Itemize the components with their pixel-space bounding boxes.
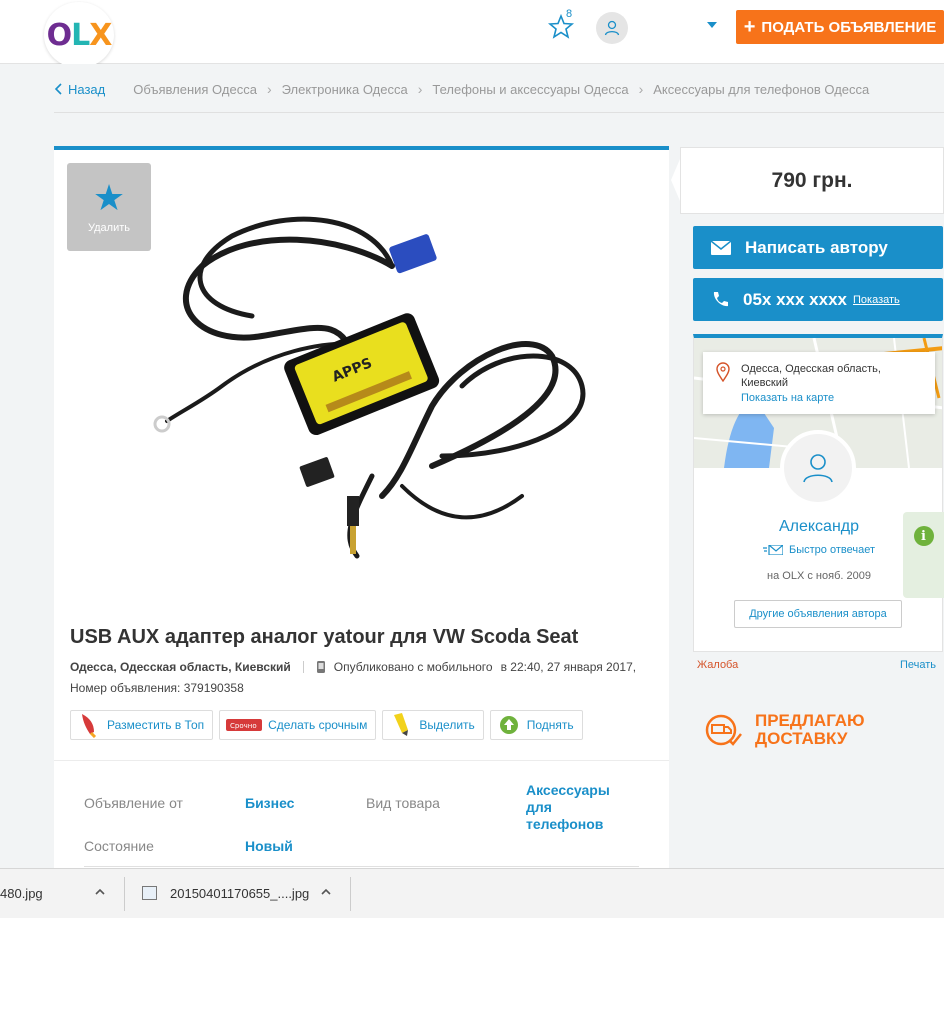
params-divider bbox=[84, 866, 639, 867]
fast-envelope-icon bbox=[763, 545, 783, 555]
param-label: Вид товара bbox=[366, 795, 440, 811]
highlight-button[interactable]: Выделить bbox=[382, 710, 484, 740]
other-ads-button[interactable]: Другие объявления автора bbox=[734, 600, 902, 628]
map-pin-icon bbox=[716, 362, 730, 382]
location-line: Одесса, Одесская область, bbox=[741, 363, 881, 375]
listing-location: Одесса, Одесская область, Киевский bbox=[70, 660, 291, 674]
listing-card: ★ Удалить APPS USB AUX адаптер аналог ya… bbox=[54, 146, 669, 868]
plus-icon: + bbox=[743, 16, 756, 38]
chevron-right-icon: › bbox=[266, 81, 272, 97]
param-value-link[interactable]: Новый bbox=[245, 838, 293, 855]
raise-label: Поднять bbox=[526, 718, 574, 732]
param-value-line: Аксессуары для bbox=[526, 782, 610, 815]
param-value-link[interactable]: Бизнес bbox=[245, 795, 294, 812]
favorites-star-icon[interactable] bbox=[548, 12, 578, 42]
make-urgent-label: Сделать срочным bbox=[268, 718, 368, 732]
mobile-phone-icon bbox=[316, 661, 325, 673]
rocket-icon bbox=[77, 713, 101, 738]
ad-number: Номер объявления: 379190358 bbox=[70, 681, 244, 695]
chevron-up-icon[interactable] bbox=[94, 886, 106, 898]
phone-number: 05x xxx xxxx bbox=[743, 289, 847, 309]
breadcrumb: Назад Объявления Одесса › Электроника Од… bbox=[54, 78, 869, 100]
author-avatar-icon[interactable] bbox=[780, 430, 856, 506]
back-label: Назад bbox=[68, 81, 106, 97]
message-author-button[interactable]: Написать автору bbox=[693, 226, 943, 269]
params-row: Объявление от Бизнес Вид товара Аксессуа… bbox=[84, 780, 639, 832]
breadcrumb-item[interactable]: Аксессуары для телефонов Одесса bbox=[653, 82, 869, 97]
meta-separator bbox=[302, 661, 304, 673]
top-header: OLX 8 + ПОДАТЬ ОБЪЯВЛЕНИЕ bbox=[0, 0, 944, 68]
make-urgent-button[interactable]: Срочно Сделать срочным bbox=[219, 710, 377, 740]
breadcrumb-item[interactable]: Объявления Одесса bbox=[133, 82, 257, 97]
star-icon: ★ bbox=[92, 177, 126, 218]
back-link[interactable]: Назад bbox=[54, 82, 105, 97]
location-popup: Одесса, Одесская область, Киевский Показ… bbox=[703, 352, 935, 414]
fast-reply-label: Быстро отвечает bbox=[789, 544, 875, 556]
download-item[interactable]: 20150401170655_....jpg bbox=[170, 886, 309, 901]
delivery-truck-icon bbox=[705, 714, 742, 746]
chevron-up-icon[interactable] bbox=[320, 886, 332, 898]
envelope-icon bbox=[711, 240, 731, 255]
favorites-count: 8 bbox=[566, 8, 573, 20]
breadcrumb-divider bbox=[54, 112, 944, 113]
param-label: Состояние bbox=[84, 838, 154, 854]
image-file-icon bbox=[142, 886, 157, 900]
published-date: в 22:40, 27 января 2017, bbox=[500, 660, 637, 674]
post-ad-label: ПОДАТЬ ОБЪЯВЛЕНИЕ bbox=[761, 18, 937, 36]
chevron-right-icon: › bbox=[417, 81, 423, 97]
param-value-link[interactable]: Аксессуары для телефонов bbox=[526, 782, 639, 833]
logo-letter-l: L bbox=[71, 17, 90, 53]
remove-favorite-button[interactable]: ★ Удалить bbox=[67, 163, 151, 251]
urgent-tag-icon: Срочно bbox=[226, 713, 263, 737]
author-location: Одесса, Одесская область, Киевский bbox=[741, 362, 931, 390]
account-dropdown-caret-icon[interactable] bbox=[707, 22, 717, 28]
download-bar: 480.jpg 20150401170655_....jpg bbox=[0, 868, 944, 918]
listing-params: Объявление от Бизнес Вид товара Аксессуа… bbox=[84, 780, 639, 876]
listing-title: USB AUX адаптер аналог yatour для VW Sco… bbox=[70, 626, 579, 648]
location-line: Киевский bbox=[741, 377, 788, 389]
olx-logo[interactable]: OLX bbox=[44, 2, 114, 68]
info-icon: i bbox=[913, 526, 934, 546]
raise-button[interactable]: Поднять bbox=[489, 710, 583, 740]
user-avatar-icon[interactable] bbox=[596, 12, 628, 44]
chevron-left-icon bbox=[54, 83, 62, 95]
price: 790 грн. bbox=[680, 147, 944, 214]
breadcrumb-item[interactable]: Телефоны и аксессуары Одесса bbox=[432, 82, 628, 97]
logo-letter-o: O bbox=[46, 17, 72, 53]
published-via: Опубликовано с мобильного bbox=[333, 660, 493, 674]
message-author-label: Написать автору bbox=[745, 237, 888, 257]
phone-icon bbox=[713, 291, 728, 306]
delivery-line: ПРЕДЛАГАЮ bbox=[755, 711, 865, 730]
complaint-link[interactable]: Жалоба bbox=[697, 659, 738, 671]
promote-top-label: Разместить в Топ bbox=[107, 718, 205, 732]
raise-arrow-icon bbox=[497, 713, 521, 737]
remove-favorite-label: Удалить bbox=[88, 222, 130, 234]
logo-letter-x: X bbox=[89, 17, 112, 53]
highlight-label: Выделить bbox=[419, 718, 475, 732]
breadcrumb-item[interactable]: Электроника Одесса bbox=[282, 82, 408, 97]
show-phone-link[interactable]: Показать bbox=[853, 294, 900, 306]
info-tab[interactable]: i bbox=[903, 512, 944, 598]
delivery-badge[interactable]: ПРЕДЛАГАЮ ДОСТАВКУ bbox=[705, 712, 865, 748]
download-item[interactable]: 480.jpg bbox=[0, 886, 43, 901]
author-card: Одесса, Одесская область, Киевский Показ… bbox=[693, 334, 943, 652]
highlighter-icon bbox=[389, 713, 413, 737]
post-ad-button[interactable]: + ПОДАТЬ ОБЪЯВЛЕНИЕ bbox=[736, 10, 944, 44]
chevron-right-icon: › bbox=[638, 81, 644, 97]
card-divider bbox=[54, 760, 669, 761]
promotion-actions: Разместить в Топ Срочно Сделать срочным … bbox=[70, 710, 583, 740]
print-link[interactable]: Печать bbox=[900, 659, 936, 671]
param-label: Объявление от bbox=[84, 795, 183, 811]
delivery-line: ДОСТАВКУ bbox=[755, 729, 848, 748]
promote-top-button[interactable]: Разместить в Топ bbox=[70, 710, 214, 740]
urgent-tag-text: Срочно bbox=[230, 722, 257, 730]
download-divider bbox=[124, 877, 125, 911]
delivery-text: ПРЕДЛАГАЮ ДОСТАВКУ bbox=[755, 712, 865, 748]
product-image[interactable]: APPS bbox=[142, 196, 602, 596]
page: OLX 8 + ПОДАТЬ ОБЪЯВЛЕНИЕ Назад Объявлен… bbox=[0, 0, 944, 1010]
phone-button[interactable]: 05x xxx xxxx Показать bbox=[693, 278, 943, 321]
download-divider bbox=[350, 877, 351, 911]
listing-meta: Одесса, Одесская область, Киевский Опубл… bbox=[70, 660, 636, 674]
show-on-map-link[interactable]: Показать на карте bbox=[741, 392, 834, 404]
